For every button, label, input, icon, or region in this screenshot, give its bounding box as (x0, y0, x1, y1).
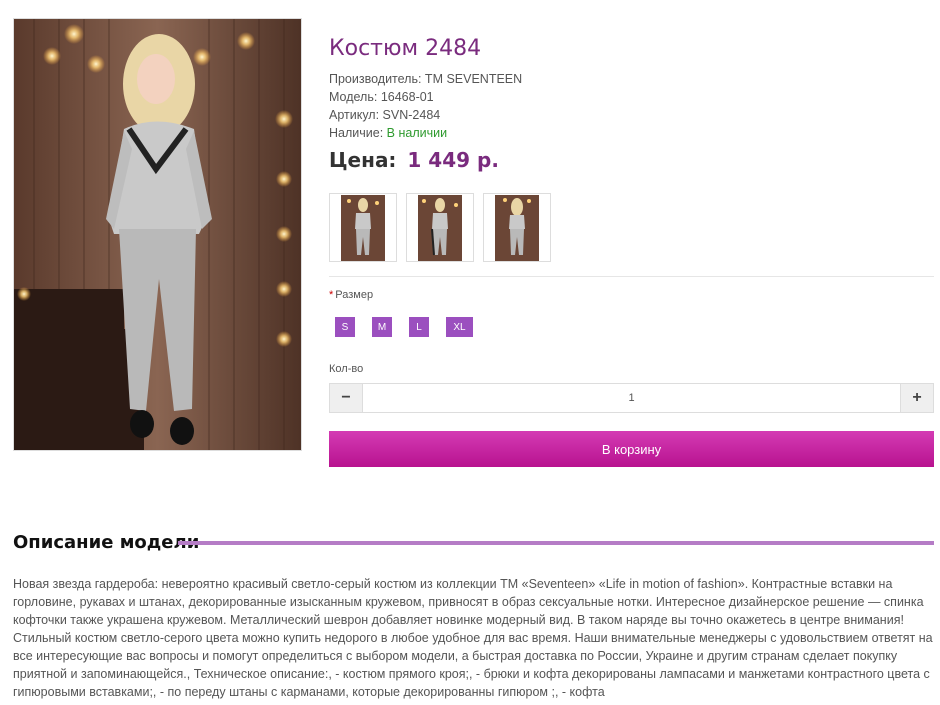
size-options: S M L XL (335, 317, 490, 337)
quantity-label: Кол-во (329, 363, 364, 375)
divider (329, 276, 934, 277)
product-specs: Производитель: ТМ SEVENTEEN Модель: 1646… (329, 70, 522, 142)
quantity-input[interactable] (362, 384, 901, 412)
size-label-text: Размер (335, 289, 374, 301)
product-main-image[interactable] (13, 18, 302, 451)
model: Модель: 16468-01 (329, 90, 434, 104)
quantity-stepper: − + (329, 383, 934, 413)
thumbnail-gallery (329, 193, 551, 262)
description-heading: Описание модели (13, 532, 200, 553)
add-to-cart-button[interactable]: В корзину (329, 431, 934, 467)
thumbnail-2[interactable] (406, 193, 474, 262)
price-label: Цена: (329, 148, 397, 172)
required-mark: * (329, 289, 334, 301)
size-option-l[interactable]: L (409, 317, 429, 337)
availability-label: Наличие: (329, 126, 387, 140)
product-title: Костюм 2484 (329, 36, 482, 61)
manufacturer: Производитель: ТМ SEVENTEEN (329, 72, 523, 86)
quantity-plus-button[interactable]: + (901, 384, 933, 412)
sku: Артикул: SVN-2484 (329, 108, 441, 122)
size-option-m[interactable]: M (372, 317, 392, 337)
size-label: * Размер (329, 289, 373, 301)
availability-value: В наличии (386, 126, 448, 140)
price: Цена: 1 449 р. (329, 148, 499, 172)
size-option-xl[interactable]: XL (446, 317, 473, 337)
thumbnail-1[interactable] (329, 193, 397, 262)
quantity-minus-button[interactable]: − (330, 384, 362, 412)
size-option-s[interactable]: S (335, 317, 355, 337)
heading-underline (178, 541, 934, 545)
thumbnail-3[interactable] (483, 193, 551, 262)
price-value: 1 449 р. (407, 148, 499, 172)
description-text: Новая звезда гардероба: невероятно краси… (13, 577, 933, 699)
availability: Наличие: В наличии (329, 124, 522, 142)
